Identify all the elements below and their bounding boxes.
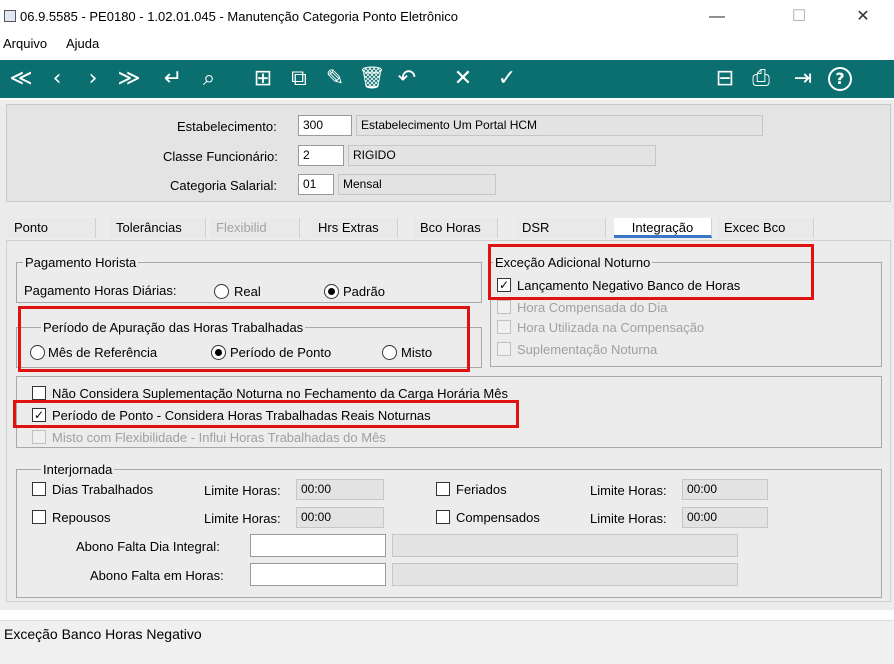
menu-arquivo[interactable]: Arquivo <box>3 36 47 51</box>
estabelecimento-code-field[interactable]: 300 <box>298 115 352 136</box>
tab-tolerancias[interactable]: Tolerâncias <box>110 218 206 238</box>
status-text: Exceção Banco Horas Negativo <box>4 626 202 642</box>
limite-compensados-field[interactable]: 00:00 <box>682 507 768 528</box>
help-icon[interactable]: ? <box>828 67 852 91</box>
cb-repousos[interactable] <box>32 510 46 524</box>
cb-compensados[interactable] <box>436 510 450 524</box>
limite-feriados-label: Limite Horas: <box>590 483 667 498</box>
menu-bar <box>0 34 894 56</box>
prev-icon[interactable]: ‹ <box>44 64 70 94</box>
cancel-icon[interactable]: ✕ <box>450 64 476 94</box>
abono-integral-description <box>392 534 738 557</box>
tab-flexibilid: Flexibilid <box>210 218 300 238</box>
tab-excec-bco[interactable]: Excec Bco <box>718 218 814 238</box>
close-button[interactable]: ✕ <box>840 4 886 30</box>
abono-horas-description <box>392 563 738 586</box>
categoria-name-field: Mensal <box>338 174 496 195</box>
classe-code-field[interactable]: 2 <box>298 145 344 166</box>
tab-dsr[interactable]: DSR <box>516 218 606 238</box>
highlight-periodo-apuracao <box>18 306 470 372</box>
cb-hora-utilizada-label: Hora Utilizada na Compensação <box>517 320 705 335</box>
radio-real[interactable] <box>214 284 229 299</box>
cb-misto-flexibilidade-label: Misto com Flexibilidade - Influi Horas T… <box>52 430 386 445</box>
print-icon[interactable]: ⎙ <box>748 64 774 94</box>
limite-repousos-field[interactable]: 00:00 <box>296 507 384 528</box>
minimize-button[interactable]: — <box>694 4 740 30</box>
cb-dias-trabalhados-label: Dias Trabalhados <box>52 482 154 497</box>
new-icon[interactable]: ⊞ <box>250 64 276 94</box>
classe-label: Classe Funcionário: <box>163 149 278 164</box>
window-title: 06.9.5585 - PE0180 - 1.02.01.045 - Manut… <box>20 9 458 24</box>
interjornada-legend: Interjornada <box>43 462 113 477</box>
cb-suplementacao-noturna <box>497 342 511 356</box>
abono-integral-label: Abono Falta Dia Integral: <box>76 539 220 554</box>
cb-feriados-label: Feriados <box>456 482 507 497</box>
limite-compensados-label: Limite Horas: <box>590 511 667 526</box>
cb-compensados-label: Compensados <box>456 510 540 525</box>
cb-nao-considera[interactable] <box>32 386 46 400</box>
cb-hora-utilizada <box>497 320 511 334</box>
limite-dias-field[interactable]: 00:00 <box>296 479 384 500</box>
copy-icon[interactable]: ⧉ <box>286 64 312 94</box>
estabelecimento-name-field: Estabelecimento Um Portal HCM <box>356 115 763 136</box>
categoria-label: Categoria Salarial: <box>170 178 277 193</box>
limite-dias-label: Limite Horas: <box>204 483 281 498</box>
menu-ajuda[interactable]: Ajuda <box>66 36 99 51</box>
edit-icon[interactable]: ✎ <box>322 64 348 94</box>
cb-misto-flexibilidade <box>32 430 46 444</box>
limite-feriados-field[interactable]: 00:00 <box>682 479 768 500</box>
last-icon[interactable]: ≫ <box>116 64 142 94</box>
cb-repousos-label: Repousos <box>52 510 111 525</box>
next-icon[interactable]: › <box>80 64 106 94</box>
goto-icon[interactable]: ↵ <box>160 64 186 94</box>
hierarchy-icon[interactable]: ⊟ <box>712 64 738 94</box>
app-icon <box>4 10 16 22</box>
cb-nao-considera-label: Não Considera Suplementação Noturna no F… <box>52 386 508 401</box>
cb-suplementacao-noturna-label: Suplementação Noturna <box>517 342 658 357</box>
abono-integral-field[interactable] <box>250 534 386 557</box>
exit-icon[interactable]: ⇥ <box>790 64 816 94</box>
tab-ponto[interactable]: Ponto <box>8 218 96 238</box>
undo-icon[interactable]: ↶ <box>394 64 420 94</box>
categoria-code-field[interactable]: 01 <box>298 174 334 195</box>
delete-icon[interactable]: 🗑 <box>358 64 386 94</box>
highlight-excecao-noturno <box>488 244 814 300</box>
first-icon[interactable]: ≪ <box>8 64 34 94</box>
tab-hrs-extras[interactable]: Hrs Extras <box>312 218 398 238</box>
estabelecimento-label: Estabelecimento: <box>177 119 277 134</box>
classe-name-field: RIGIDO <box>348 145 656 166</box>
search-icon[interactable]: ⌕ <box>196 64 222 94</box>
maximize-button[interactable]: ☐ <box>776 4 822 30</box>
tab-bco-horas[interactable]: Bco Horas <box>414 218 498 238</box>
confirm-icon[interactable]: ✓ <box>494 64 520 94</box>
radio-padrao[interactable] <box>324 284 339 299</box>
highlight-periodo-ponto-reais <box>13 400 519 428</box>
abono-horas-label: Abono Falta em Horas: <box>90 568 224 583</box>
tab-integracao[interactable]: Integração <box>614 218 712 238</box>
pagamento-horas-label: Pagamento Horas Diárias: <box>24 283 177 298</box>
abono-horas-field[interactable] <box>250 563 386 586</box>
pagamento-horista-legend: Pagamento Horista <box>25 255 137 270</box>
cb-hora-compensada <box>497 300 511 314</box>
cb-feriados[interactable] <box>436 482 450 496</box>
limite-repousos-label: Limite Horas: <box>204 511 281 526</box>
cb-hora-compensada-label: Hora Compensada do Dia <box>517 300 668 315</box>
cb-dias-trabalhados[interactable] <box>32 482 46 496</box>
radio-padrao-label: Padrão <box>343 284 385 299</box>
radio-real-label: Real <box>234 284 261 299</box>
